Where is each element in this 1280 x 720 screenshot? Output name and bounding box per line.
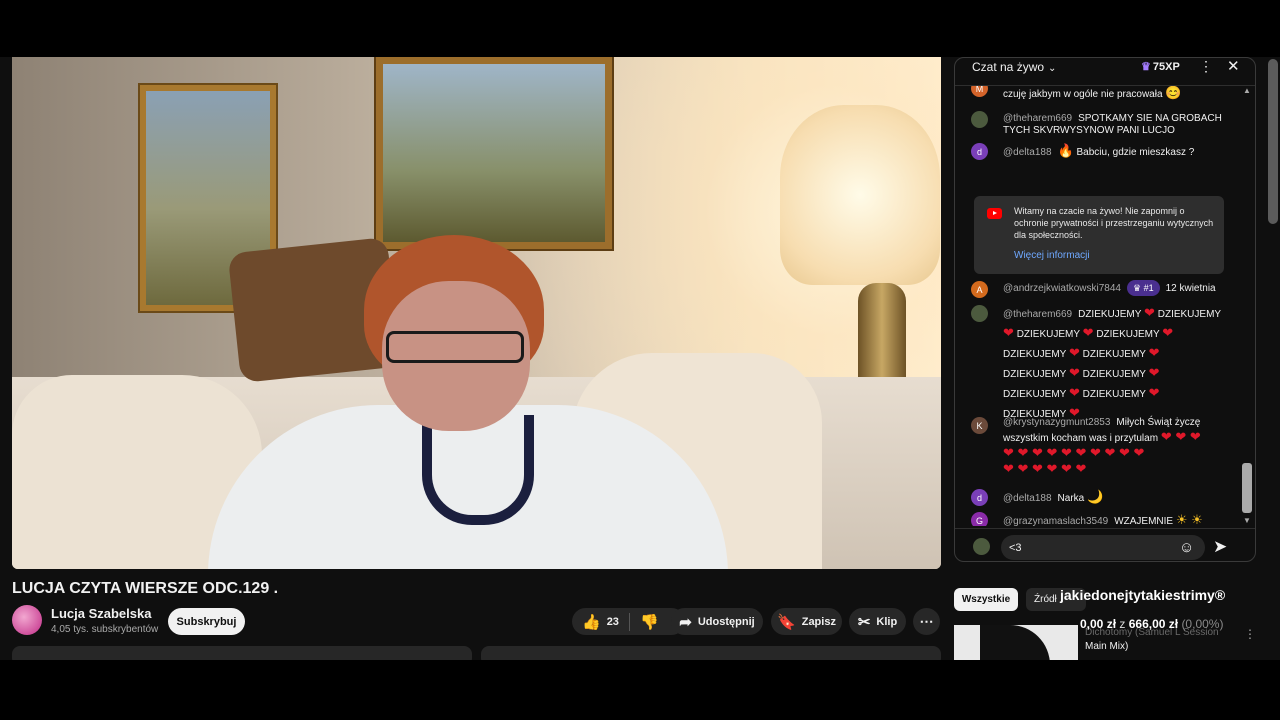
channel-avatar[interactable] [12, 605, 42, 635]
message-text: @krystynazygmunt2853 Miłych Świąt życzę w… [1003, 417, 1201, 476]
chat-message: d @delta188 Narka 🌙 [971, 488, 1233, 508]
xp-badge[interactable]: ♛ 75XP [1141, 60, 1180, 73]
description-box[interactable] [12, 646, 472, 660]
message-text: @delta188 🔥 Babciu, gdzie mieszkasz ? [1003, 143, 1195, 158]
user-avatar [971, 111, 988, 128]
subscribe-button[interactable]: Subskrybuj [168, 608, 245, 635]
user-avatar: A [971, 281, 988, 298]
chat-message: d @delta188 🔥 Babciu, gdzie mieszkasz ? [971, 142, 1233, 162]
more-dots-icon[interactable]: ⋮ [1244, 627, 1256, 641]
page: LUCJA CZYTA WIERSZE ODC.129 . Lucja Szab… [0, 57, 1280, 660]
user-avatar: d [971, 489, 988, 506]
more-info-link[interactable]: Więcej informacji [1014, 250, 1090, 262]
message-text: @theharem669 SPOTKAMY SIE NA GROBACH TYCH… [1003, 113, 1222, 136]
scroll-down-icon[interactable]: ▼ [1243, 516, 1251, 525]
chat-message: K @krystynazygmunt2853 Miłych Świąt życzę… [971, 416, 1233, 478]
recommended-thumbnail[interactable] [954, 625, 1078, 660]
dislike-button[interactable]: 👎 [630, 608, 675, 635]
user-avatar: G [971, 512, 988, 526]
share-label: Udostępnij [697, 615, 755, 628]
page-scrollbar[interactable] [1266, 57, 1280, 660]
user-avatar: M [971, 86, 988, 97]
chat-title: Czat na żywo [972, 60, 1045, 74]
like-button[interactable]: 👍 23 [572, 608, 629, 635]
chat-message: @theharem669 DZIEKUJEMY ❤ DZIEKUJEMY ❤ DZ… [971, 304, 1233, 424]
emoji-icon[interactable]: ☺ [1179, 539, 1194, 556]
youtube-icon [987, 208, 1002, 219]
secondary-panel[interactable] [481, 646, 941, 660]
crown-icon: ♛ [1141, 61, 1151, 73]
chevron-down-icon: ⌄ [1048, 63, 1057, 74]
chat-messages[interactable]: M czuję jakbym w ogóle nie pracowała 😊 @… [955, 86, 1243, 526]
more-dots-icon: ⋯ [919, 613, 934, 629]
send-icon[interactable]: ➤ [1213, 537, 1227, 557]
xp-value: 75XP [1152, 61, 1180, 73]
more-actions-button[interactable]: ⋯ [913, 608, 940, 635]
save-label: Zapisz [801, 615, 836, 628]
close-icon[interactable]: ✕ [1227, 58, 1240, 75]
like-count: 23 [606, 615, 619, 628]
user-avatar: d [971, 143, 988, 160]
chat-message: M czuję jakbym w ogóle nie pracowała 😊 [971, 86, 1233, 104]
presenter-glasses [386, 331, 524, 363]
painting-right [376, 57, 612, 249]
notice-text: Witamy na czacie na żywo! Nie zapomnij o… [1014, 206, 1214, 240]
chat-welcome-notice: Witamy na czacie na żywo! Nie zapomnij o… [974, 196, 1224, 274]
chat-input[interactable] [1001, 535, 1205, 560]
clip-label: Klip [876, 615, 898, 628]
donation-overlay-title: jakiedonejtytakiestrimy® [1060, 587, 1226, 603]
presenter [208, 235, 728, 569]
share-button[interactable]: ➦ Udostępnij [671, 608, 763, 635]
live-chat: Czat na żywo ⌄ ♛ 75XP ⋮ ✕ M czuję jakbym w… [954, 57, 1256, 562]
recommended-title-line2[interactable]: Main Mix) [1085, 641, 1128, 652]
thumbs-up-icon: 👍 [582, 613, 601, 631]
rank-badge: ♛ #1 [1126, 280, 1160, 296]
user-avatar: K [971, 417, 988, 434]
filter-chip-all[interactable]: Wszystkie [954, 588, 1018, 611]
user-avatar [971, 305, 988, 322]
save-button[interactable]: 🔖 Zapisz [771, 608, 842, 635]
scissors-icon: ✂ [857, 613, 871, 631]
message-text: @delta188 Narka 🌙 [1003, 489, 1104, 504]
chat-scrollbar[interactable] [1242, 463, 1252, 513]
bookmark-icon: 🔖 [777, 613, 796, 631]
page-scrollbar-thumb[interactable] [1268, 59, 1278, 224]
chat-mode-dropdown[interactable]: Czat na żywo ⌄ [972, 60, 1056, 74]
video-title: LUCJA CZYTA WIERSZE ODC.129 . [12, 580, 279, 597]
message-text: @grazynamaslach3549WZAJEMNIE ☀ ☀☀ 💚 💚 💚 … [1003, 512, 1203, 526]
donation-goal: 0,00 zł z 666,00 zł (0,00%) [1080, 617, 1224, 631]
like-dislike-group: 👍 23 👎 [572, 608, 685, 635]
chat-header: Czat na żywo ⌄ ♛ 75XP ⋮ ✕ [955, 58, 1255, 86]
chat-message: G @grazynamaslach3549WZAJEMNIE ☀ ☀☀ 💚 💚 … [971, 511, 1233, 526]
own-avatar [973, 538, 990, 555]
channel-name[interactable]: Lucja Szabelska [51, 606, 151, 621]
chat-menu-icon[interactable]: ⋮ [1199, 58, 1213, 75]
share-arrow-icon: ➦ [679, 613, 692, 631]
presenter-necklace [422, 415, 534, 525]
thumbs-down-icon: 👎 [639, 613, 659, 631]
scroll-up-icon[interactable]: ▲ [1243, 86, 1251, 95]
message-text: czuję jakbym w ogóle nie pracowała 😊 [1003, 86, 1182, 100]
subscriber-count: 4,05 tys. subskrybentów [51, 624, 159, 635]
chat-message: A @andrzejkwiatkowski7844 ♛ #1 12 kwietnia [971, 280, 1233, 298]
clip-button[interactable]: ✂ Klip [849, 608, 906, 635]
message-text: @andrzejkwiatkowski7844 ♛ #1 12 kwietnia [1003, 280, 1233, 298]
lamp-shade [780, 105, 940, 285]
message-text: @theharem669 DZIEKUJEMY ❤ DZIEKUJEMY ❤ DZ… [1003, 305, 1222, 420]
chat-input-row: ☺ ➤ [955, 528, 1255, 561]
video-player[interactable] [12, 57, 941, 569]
chat-message: @theharem669 SPOTKAMY SIE NA GROBACH TYCH… [971, 110, 1233, 137]
